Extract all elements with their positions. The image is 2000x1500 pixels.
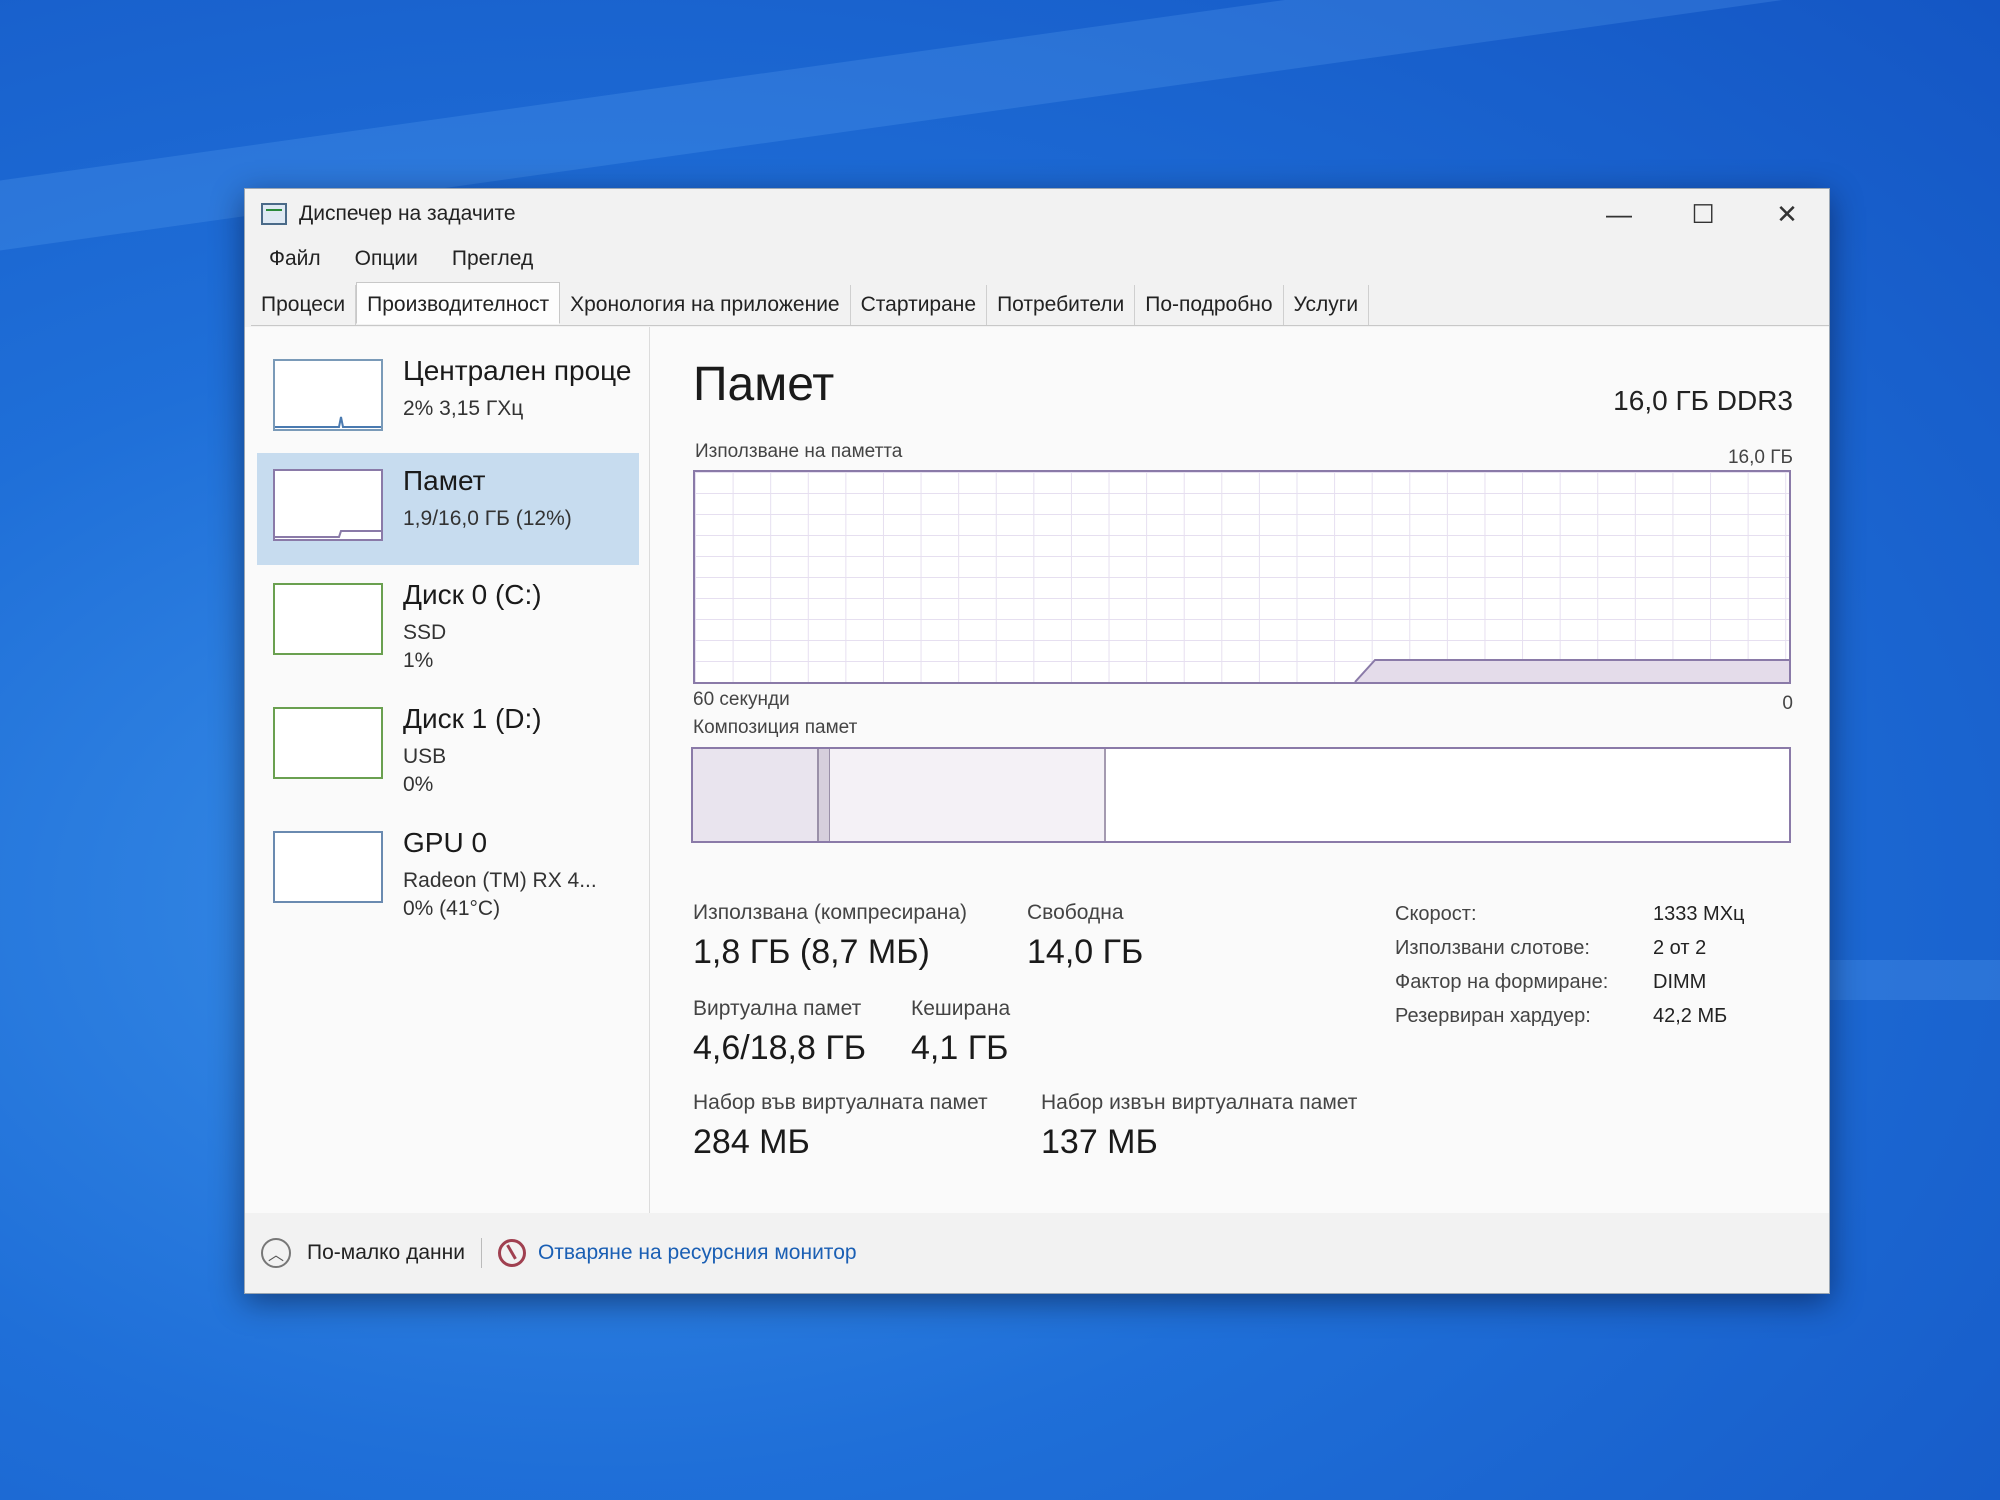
sidebar-item-label: Диск 0 (C:) <box>403 579 542 610</box>
tab-app-history[interactable]: Хронология на приложение <box>560 285 851 325</box>
sidebar-item-usage: 1% <box>403 649 434 672</box>
detail-speed-label: Скорост: <box>1395 903 1477 925</box>
cpu-thumbnail-graph <box>273 359 383 431</box>
detail-form-factor-value: DIMM <box>1653 971 1707 993</box>
tab-startup[interactable]: Стартиране <box>851 285 988 325</box>
footer-bar: ︿ По-малко данни Отваряне на ресурсния м… <box>245 1213 1829 1293</box>
sidebar-item-detail: USB <box>403 745 447 768</box>
menu-file[interactable]: Файл <box>257 243 333 279</box>
composition-in-use[interactable] <box>693 749 819 841</box>
sidebar-item-memory[interactable]: Памет 1,9/16,0 ГБ (12%) <box>257 453 639 565</box>
memory-usage-series <box>1354 659 1789 682</box>
stat-nonpaged-value: 137 МБ <box>1041 1123 1158 1161</box>
graph-zero-label: 0 <box>1782 693 1793 714</box>
tab-details[interactable]: По-подробно <box>1135 285 1284 325</box>
menu-options[interactable]: Опции <box>343 243 430 279</box>
close-button[interactable]: ✕ <box>1745 189 1829 239</box>
stat-virtual-value: 4,6/18,8 ГБ <box>693 1029 867 1067</box>
sidebar-item-label: Централен проце <box>403 355 632 386</box>
sidebar-item-label: GPU 0 <box>403 827 488 858</box>
memory-sparkline <box>275 530 381 538</box>
stat-free-label: Свободна <box>1027 901 1124 924</box>
stat-virtual-label: Виртуална памет <box>693 997 862 1020</box>
sidebar-item-usage: 0% (41°C) <box>403 897 501 920</box>
footer-divider <box>480 1238 482 1268</box>
detail-speed-value: 1333 МХц <box>1653 903 1745 925</box>
gpu-thumbnail-graph <box>273 831 383 903</box>
memory-composition-bar <box>691 747 1791 843</box>
sidebar-item-label: Памет <box>403 465 486 496</box>
usage-graph-label: Използване на паметта <box>695 441 903 462</box>
menu-view[interactable]: Преглед <box>440 243 545 279</box>
disk1-thumbnail-graph <box>273 707 383 779</box>
detail-slots-label: Използвани слотове: <box>1395 937 1590 959</box>
sidebar-item-disk-0[interactable]: Диск 0 (C:) SSD 1% <box>257 567 639 679</box>
sidebar-item-cpu[interactable]: Централен проце 2% 3,15 ГХц <box>257 343 639 455</box>
memory-detail-pane: Памет 16,0 ГБ DDR3 Използване на паметта… <box>691 327 1793 1213</box>
tab-processes[interactable]: Процеси <box>251 285 357 325</box>
menu-bar: Файл Опции Преглед <box>257 243 545 279</box>
task-manager-window: Диспечер на задачите — ☐ ✕ Файл Опции Пр… <box>244 188 1830 1294</box>
sidebar-item-detail: SSD <box>403 621 447 644</box>
detail-reserved-label: Резервиран хардуер: <box>1395 1005 1591 1027</box>
page-title: Памет <box>693 358 835 411</box>
composition-label: Композиция памет <box>693 717 858 738</box>
stat-paged-label: Набор във виртуалната памет <box>693 1091 988 1114</box>
tab-users[interactable]: Потребители <box>987 285 1136 325</box>
composition-standby[interactable] <box>830 749 1106 841</box>
composition-modified[interactable] <box>819 749 830 841</box>
memory-spec: 16,0 ГБ DDR3 <box>1613 385 1793 416</box>
resource-monitor-icon[interactable] <box>497 1239 526 1267</box>
minimize-button[interactable]: — <box>1577 189 1661 239</box>
sidebar-item-detail: Radeon (TM) RX 4... <box>403 869 597 892</box>
chevron-up-icon[interactable]: ︿ <box>261 1238 291 1268</box>
maximize-button[interactable]: ☐ <box>1661 189 1745 239</box>
usage-graph-max: 16,0 ГБ <box>1727 447 1793 468</box>
cpu-sparkline <box>275 416 381 428</box>
stat-nonpaged-label: Набор извън виртуалната памет <box>1041 1091 1358 1114</box>
sidebar-item-detail: 1,9/16,0 ГБ (12%) <box>403 507 572 530</box>
title-bar[interactable]: Диспечер на задачите — ☐ ✕ <box>245 189 1829 239</box>
stat-cached-label: Кеширана <box>911 997 1011 1020</box>
composition-free[interactable] <box>1106 749 1789 841</box>
window-title: Диспечер на задачите <box>299 202 516 225</box>
stat-cached-value: 4,1 ГБ <box>911 1029 1009 1067</box>
time-axis-label: 60 секунди <box>693 689 790 710</box>
stat-used-value: 1,8 ГБ (8,7 МБ) <box>693 933 930 971</box>
task-manager-icon <box>261 203 287 225</box>
memory-thumbnail-graph <box>273 469 383 541</box>
stat-free-value: 14,0 ГБ <box>1027 933 1144 971</box>
tab-services[interactable]: Услуги <box>1284 285 1370 325</box>
detail-reserved-value: 42,2 МБ <box>1653 1005 1728 1027</box>
tab-strip: Процеси Производителност Хронология на п… <box>251 282 1829 326</box>
detail-slots-value: 2 от 2 <box>1653 937 1707 959</box>
memory-usage-graph <box>693 470 1791 684</box>
open-resource-monitor-link[interactable]: Отваряне на ресурсния монитор <box>538 1241 857 1265</box>
sidebar-item-usage: 0% <box>403 773 434 796</box>
performance-panel: Централен проце 2% 3,15 ГХц Памет 1,9/16… <box>245 327 1829 1213</box>
sidebar-item-gpu[interactable]: GPU 0 Radeon (TM) RX 4... 0% (41°C) <box>257 815 639 927</box>
detail-form-factor-label: Фактор на формиране: <box>1395 971 1609 993</box>
disk0-thumbnail-graph <box>273 583 383 655</box>
stat-paged-value: 284 МБ <box>693 1123 810 1161</box>
stat-used-label: Използвана (компресирана) <box>693 901 968 924</box>
tab-performance[interactable]: Производителност <box>356 282 561 324</box>
resource-sidebar: Централен проце 2% 3,15 ГХц Памет 1,9/16… <box>251 327 650 1213</box>
sidebar-item-disk-1[interactable]: Диск 1 (D:) USB 0% <box>257 691 639 803</box>
sidebar-item-detail: 2% 3,15 ГХц <box>403 397 524 420</box>
sidebar-item-label: Диск 1 (D:) <box>403 703 542 734</box>
fewer-details-button[interactable]: По-малко данни <box>307 1241 465 1265</box>
